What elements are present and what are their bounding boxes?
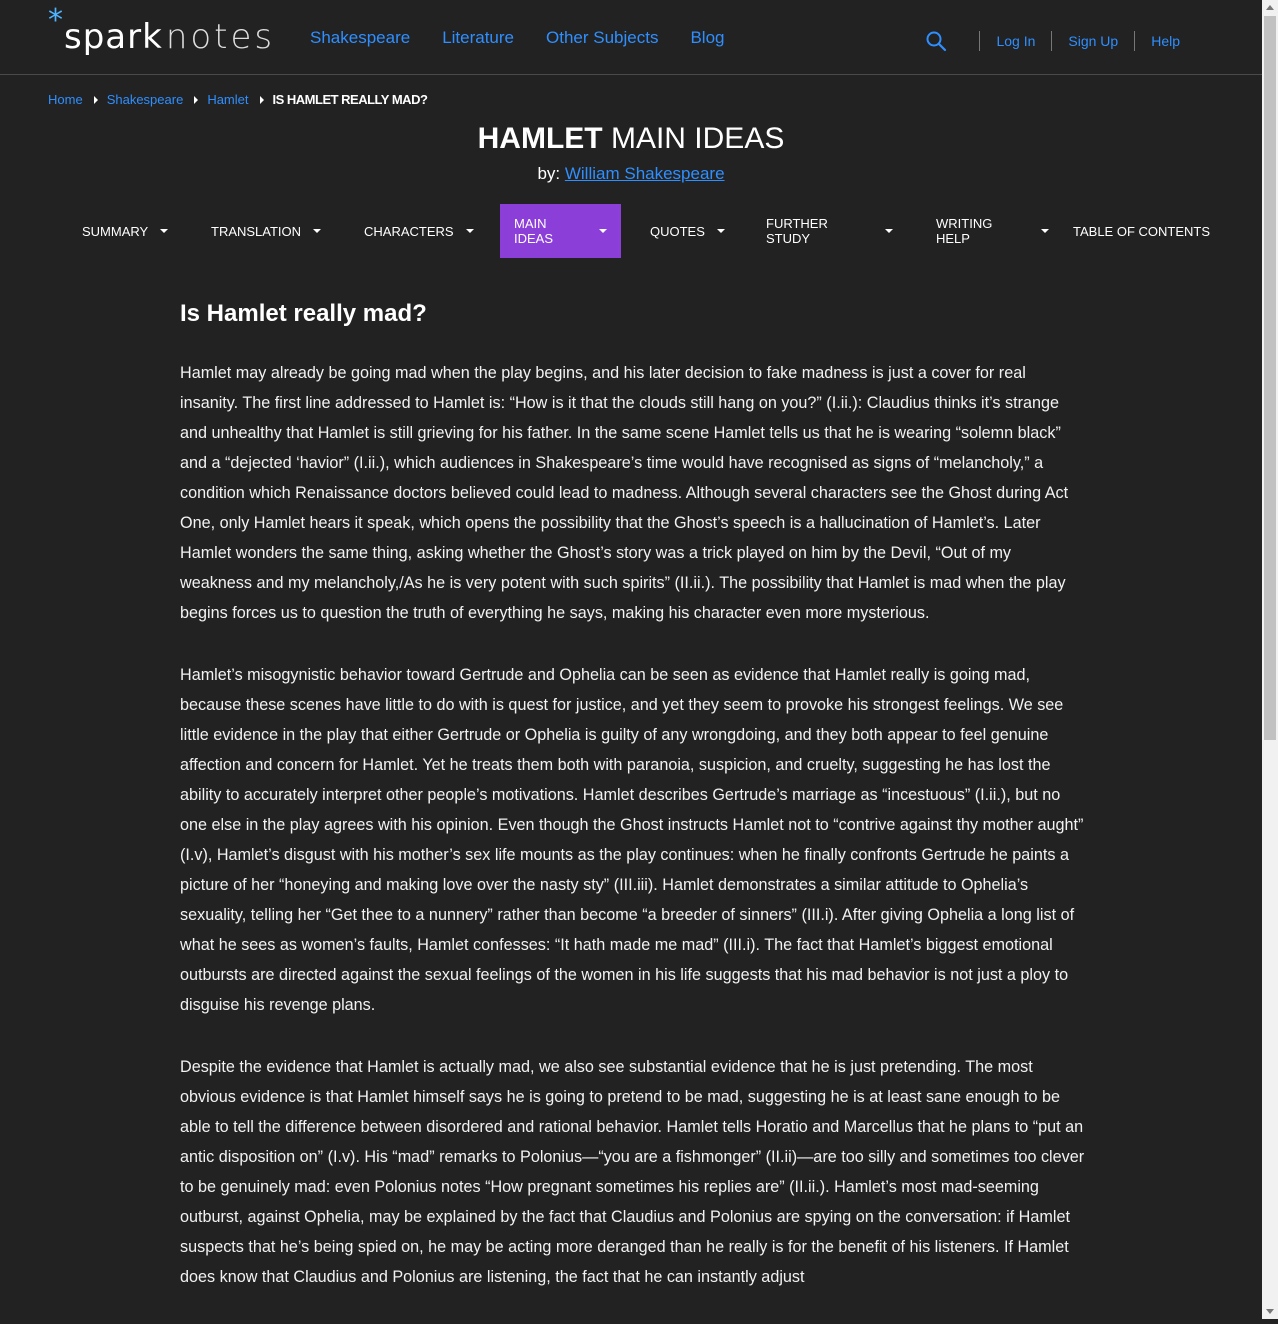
- tab-label: CHARACTERS: [364, 223, 454, 239]
- tab-further-study[interactable]: FURTHER STUDY: [737, 204, 907, 258]
- article: Is Hamlet really mad? Hamlet may already…: [180, 300, 1085, 1324]
- sparknotes-logo[interactable]: * spark notes: [48, 3, 275, 58]
- nav-literature[interactable]: Literature: [442, 28, 514, 48]
- search-icon[interactable]: [925, 30, 947, 52]
- tab-label: MAIN IDEAS: [514, 216, 554, 246]
- page-title: HAMLET MAIN IDEAS: [0, 122, 1262, 156]
- main-nav: Shakespeare Literature Other Subjects Bl…: [310, 28, 725, 48]
- tab-label: TRANSLATION: [211, 223, 302, 239]
- study-guide-tabs: SUMMARY TRANSLATION CHARACTERS MAIN IDEA…: [68, 204, 1224, 258]
- caret-down-icon: [465, 229, 474, 233]
- divider: [979, 31, 981, 51]
- page-scrollbar[interactable]: [1262, 0, 1278, 1319]
- byline-prefix: by:: [537, 164, 561, 183]
- logo-spark: spark: [64, 17, 163, 57]
- tab-label: FURTHER STUDY: [766, 216, 828, 246]
- author-link[interactable]: William Shakespeare: [565, 164, 725, 183]
- scrollbar-thumb[interactable]: [1264, 16, 1276, 740]
- signup-link[interactable]: Sign Up: [1068, 33, 1118, 49]
- article-paragraph: Hamlet may already be going mad when the…: [180, 364, 1069, 622]
- breadcrumb-home[interactable]: Home: [48, 92, 83, 107]
- logo-star-icon: *: [48, 3, 63, 38]
- tab-main-ideas[interactable]: MAIN IDEAS: [500, 204, 621, 258]
- divider: [1134, 31, 1136, 51]
- scroll-up-arrow-icon[interactable]: [1266, 5, 1274, 10]
- divider: [1051, 31, 1053, 51]
- article-paragraph: Hamlet’s misogynistic behavior toward Ge…: [180, 666, 1084, 1014]
- caret-down-icon: [716, 229, 725, 233]
- title-section: MAIN IDEAS: [610, 122, 785, 155]
- help-link[interactable]: Help: [1151, 33, 1180, 49]
- tab-quotes[interactable]: QUOTES: [621, 204, 737, 258]
- tab-label: QUOTES: [650, 223, 705, 239]
- scroll-down-arrow-icon[interactable]: [1266, 1309, 1274, 1314]
- login-link[interactable]: Log In: [996, 33, 1035, 49]
- tab-writing-help[interactable]: WRITING HELP: [907, 204, 1063, 258]
- tab-translation[interactable]: TRANSLATION: [182, 204, 332, 258]
- nav-blog[interactable]: Blog: [690, 28, 724, 48]
- caret-down-icon: [1041, 229, 1049, 233]
- site-header: * spark notes Shakespeare Literature Oth…: [0, 0, 1262, 75]
- caret-right-icon: [93, 95, 98, 104]
- tab-summary[interactable]: SUMMARY: [68, 204, 182, 258]
- article-paragraph: Despite the evidence that Hamlet is actu…: [180, 1058, 1085, 1286]
- logo-notes: notes: [165, 17, 276, 57]
- tab-table-of-contents[interactable]: TABLE OF CONTENTS: [1063, 204, 1224, 258]
- breadcrumb-current: IS HAMLET REALLY MAD?: [272, 92, 428, 107]
- caret-down-icon: [313, 229, 322, 233]
- utility-nav: Log In Sign Up Help: [925, 30, 1180, 52]
- caret-down-icon: [885, 229, 893, 233]
- tab-characters[interactable]: CHARACTERS: [332, 204, 485, 258]
- breadcrumb-shakespeare[interactable]: Shakespeare: [107, 92, 184, 107]
- tab-label: TABLE OF CONTENTS: [1073, 223, 1210, 239]
- caret-right-icon: [194, 95, 199, 104]
- title-work: HAMLET: [477, 122, 603, 155]
- nav-shakespeare[interactable]: Shakespeare: [310, 28, 410, 48]
- breadcrumb: Home Shakespeare Hamlet IS HAMLET REALLY…: [48, 92, 428, 107]
- article-heading: Is Hamlet really mad?: [180, 300, 427, 327]
- caret-down-icon: [160, 229, 169, 233]
- byline: by: William Shakespeare: [0, 164, 1262, 184]
- tab-label: SUMMARY: [82, 223, 149, 239]
- breadcrumb-hamlet[interactable]: Hamlet: [207, 92, 248, 107]
- caret-right-icon: [259, 95, 264, 104]
- nav-other-subjects[interactable]: Other Subjects: [546, 28, 658, 48]
- tab-label: WRITING HELP: [936, 216, 993, 246]
- caret-down-icon: [599, 229, 607, 233]
